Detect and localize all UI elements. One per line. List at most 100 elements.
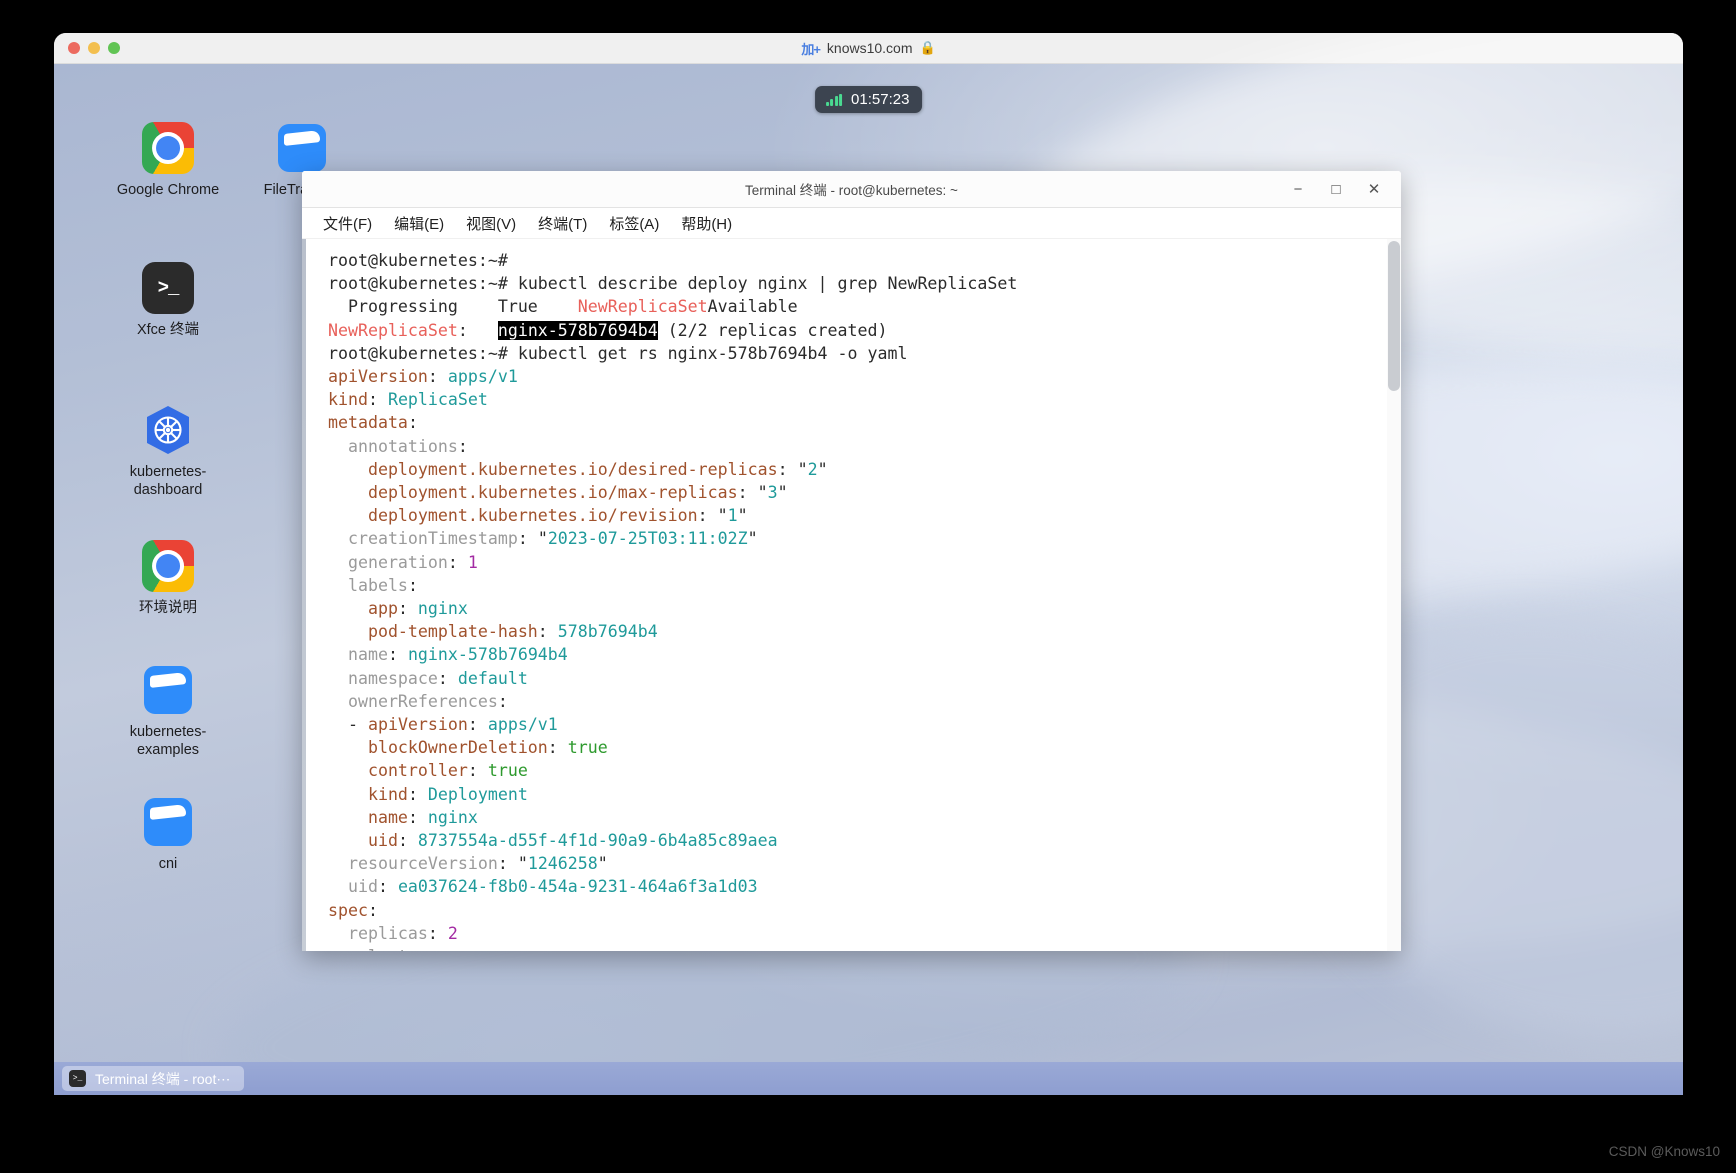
terminal-window[interactable]: Terminal 终端 - root@kubernetes: ~ − □ ✕ 文… — [302, 171, 1401, 951]
terminal-span: 2 — [447, 923, 458, 943]
terminal-span: : — [467, 715, 488, 735]
desktop-icon-6[interactable]: kubernetes-examples — [112, 664, 224, 760]
desktop-icon-7[interactable]: cni — [112, 796, 224, 873]
folder-icon — [142, 796, 194, 848]
terminal-scrollbar[interactable] — [1387, 239, 1401, 951]
terminal-span: deployment.kubernetes.io/desired-replica… — [328, 459, 778, 479]
terminal-menu-4[interactable]: 终端(T) — [535, 211, 590, 236]
terminal-span: 2 — [807, 459, 818, 479]
terminal-line: resourceVersion: "1246258" — [328, 854, 608, 873]
terminal-span: nginx-578b7694b4 — [407, 645, 568, 665]
terminal-body[interactable]: root@kubernetes:~# root@kubernetes:~# ku… — [302, 239, 1401, 951]
terminal-span: deployment.kubernetes.io/max-replicas — [328, 483, 738, 503]
close-window-button[interactable] — [68, 42, 80, 54]
terminal-menubar[interactable]: 文件(F) 编辑(E) 视图(V) 终端(T) 标签(A) 帮助(H) — [302, 208, 1401, 239]
terminal-span: root@kubernetes:~# — [328, 343, 518, 363]
terminal-line: kind: ReplicaSet — [328, 390, 488, 409]
terminal-close-button[interactable]: ✕ — [1355, 174, 1393, 204]
terminal-span: : — [517, 529, 538, 549]
terminal-icon: >_ — [142, 262, 194, 314]
terminal-menu-2[interactable]: 编辑(E) — [391, 211, 447, 236]
terminal-span: deployment.kubernetes.io/revision — [328, 506, 698, 526]
terminal-span: : — [447, 552, 468, 572]
terminal-scrollbar-thumb[interactable] — [1388, 241, 1400, 391]
terminal-span: " — [747, 529, 758, 549]
folder-icon — [276, 122, 328, 174]
terminal-line: uid: ea037624-f8b0-454a-9231-464a6f3a1d0… — [328, 877, 758, 896]
terminal-span: " — [537, 529, 548, 549]
folder-icon — [142, 796, 194, 848]
folder-icon — [142, 664, 194, 716]
window-traffic-lights[interactable] — [68, 42, 120, 54]
terminal-line: uid: 8737554a-d55f-4f1d-90a9-6b4a85c89ae… — [328, 831, 778, 850]
taskbar-item-terminal[interactable]: >_ Terminal 终端 - root⋯ — [62, 1066, 245, 1091]
folder-icon — [142, 664, 194, 716]
terminal-span: : — [737, 483, 758, 503]
terminal-line: spec: — [328, 901, 378, 920]
terminal-span: 1246258 — [527, 854, 598, 874]
kubernetes-icon — [142, 404, 194, 456]
terminal-span: Deployment — [427, 784, 528, 804]
terminal-span: creationTimestamp — [328, 529, 518, 549]
desktop-icon-1[interactable]: Google Chrome — [112, 122, 224, 199]
terminal-span: uid — [328, 831, 398, 851]
terminal-maximize-button[interactable]: □ — [1317, 174, 1355, 204]
terminal-span: 3 — [767, 483, 778, 503]
terminal-span: : — [467, 761, 488, 781]
terminal-span: selector — [328, 947, 428, 951]
terminal-span: 1 — [467, 552, 478, 572]
terminal-span: : — [777, 459, 798, 479]
maximize-window-button[interactable] — [108, 42, 120, 54]
screen-root: 加+ knows10.com 🔒 01:57:23 Google ChromeF… — [0, 0, 1736, 1173]
terminal-menu-5[interactable]: 标签(A) — [606, 211, 662, 236]
terminal-line: labels: — [328, 576, 418, 595]
desktop-icon-3[interactable]: >_ Xfce 终端 — [112, 262, 224, 339]
terminal-menu-3[interactable]: 视图(V) — [463, 211, 519, 236]
terminal-titlebar[interactable]: Terminal 终端 - root@kubernetes: ~ − □ ✕ — [302, 171, 1401, 208]
terminal-menu-1[interactable]: 文件(F) — [320, 211, 375, 236]
terminal-span: : — [427, 367, 448, 387]
address-text: knows10.com — [826, 40, 913, 56]
terminal-span: : — [407, 784, 428, 804]
terminal-line: - apiVersion: apps/v1 — [328, 715, 558, 734]
terminal-output[interactable]: root@kubernetes:~# root@kubernetes:~# ku… — [302, 249, 1401, 951]
desktop: 01:57:23 Google ChromeFileTransfer>_Xfce… — [54, 33, 1683, 1095]
terminal-span: " — [597, 854, 608, 874]
terminal-span: 1 — [727, 506, 738, 526]
taskbar[interactable]: >_ Terminal 终端 - root⋯ — [54, 1062, 1683, 1095]
terminal-span: NewReplicaSet — [577, 297, 708, 317]
desktop-icon-4[interactable]: kubernetes-dashboard — [112, 404, 224, 500]
minimize-window-button[interactable] — [88, 42, 100, 54]
desktop-icon-label: cni — [158, 856, 178, 872]
terminal-span: name — [328, 807, 408, 827]
terminal-span: annotations — [328, 436, 458, 456]
terminal-line: app: nginx — [328, 599, 468, 618]
browser-address-bar[interactable]: 加+ knows10.com 🔒 — [54, 39, 1683, 58]
kubernetes-icon — [142, 404, 194, 456]
watermark: CSDN @Knows10 — [1608, 1144, 1720, 1159]
terminal-span: spec — [328, 900, 368, 920]
terminal-span: replicas — [328, 923, 428, 943]
terminal-span: 578b7694b4 — [557, 622, 658, 642]
terminal-line: pod-template-hash: 578b7694b4 — [328, 622, 658, 641]
terminal-span: : — [367, 900, 378, 920]
terminal-line: annotations: — [328, 437, 468, 456]
terminal-window-controls[interactable]: − □ ✕ — [1279, 174, 1401, 204]
terminal-span: : — [457, 436, 468, 456]
terminal-line: Progressing True NewReplicaSetAvailable — [328, 297, 798, 316]
desktop-icon-5[interactable]: 环境说明 — [112, 540, 224, 617]
terminal-span: nginx — [417, 599, 468, 619]
taskbar-item-label: Terminal 终端 - root⋯ — [95, 1070, 231, 1087]
terminal-line: name: nginx — [328, 808, 478, 827]
terminal-span: : — [697, 506, 718, 526]
terminal-span: " — [757, 483, 768, 503]
terminal-line: namespace: default — [328, 669, 528, 688]
terminal-span: pod-template-hash — [328, 622, 538, 642]
terminal-minimize-button[interactable]: − — [1279, 174, 1317, 204]
terminal-span: true — [487, 761, 528, 781]
terminal-menu-6[interactable]: 帮助(H) — [678, 211, 735, 236]
chrome-icon — [142, 122, 194, 174]
terminal-line: deployment.kubernetes.io/max-replicas: "… — [328, 483, 788, 502]
terminal-left-rail — [302, 239, 306, 951]
folder-icon — [276, 122, 328, 174]
